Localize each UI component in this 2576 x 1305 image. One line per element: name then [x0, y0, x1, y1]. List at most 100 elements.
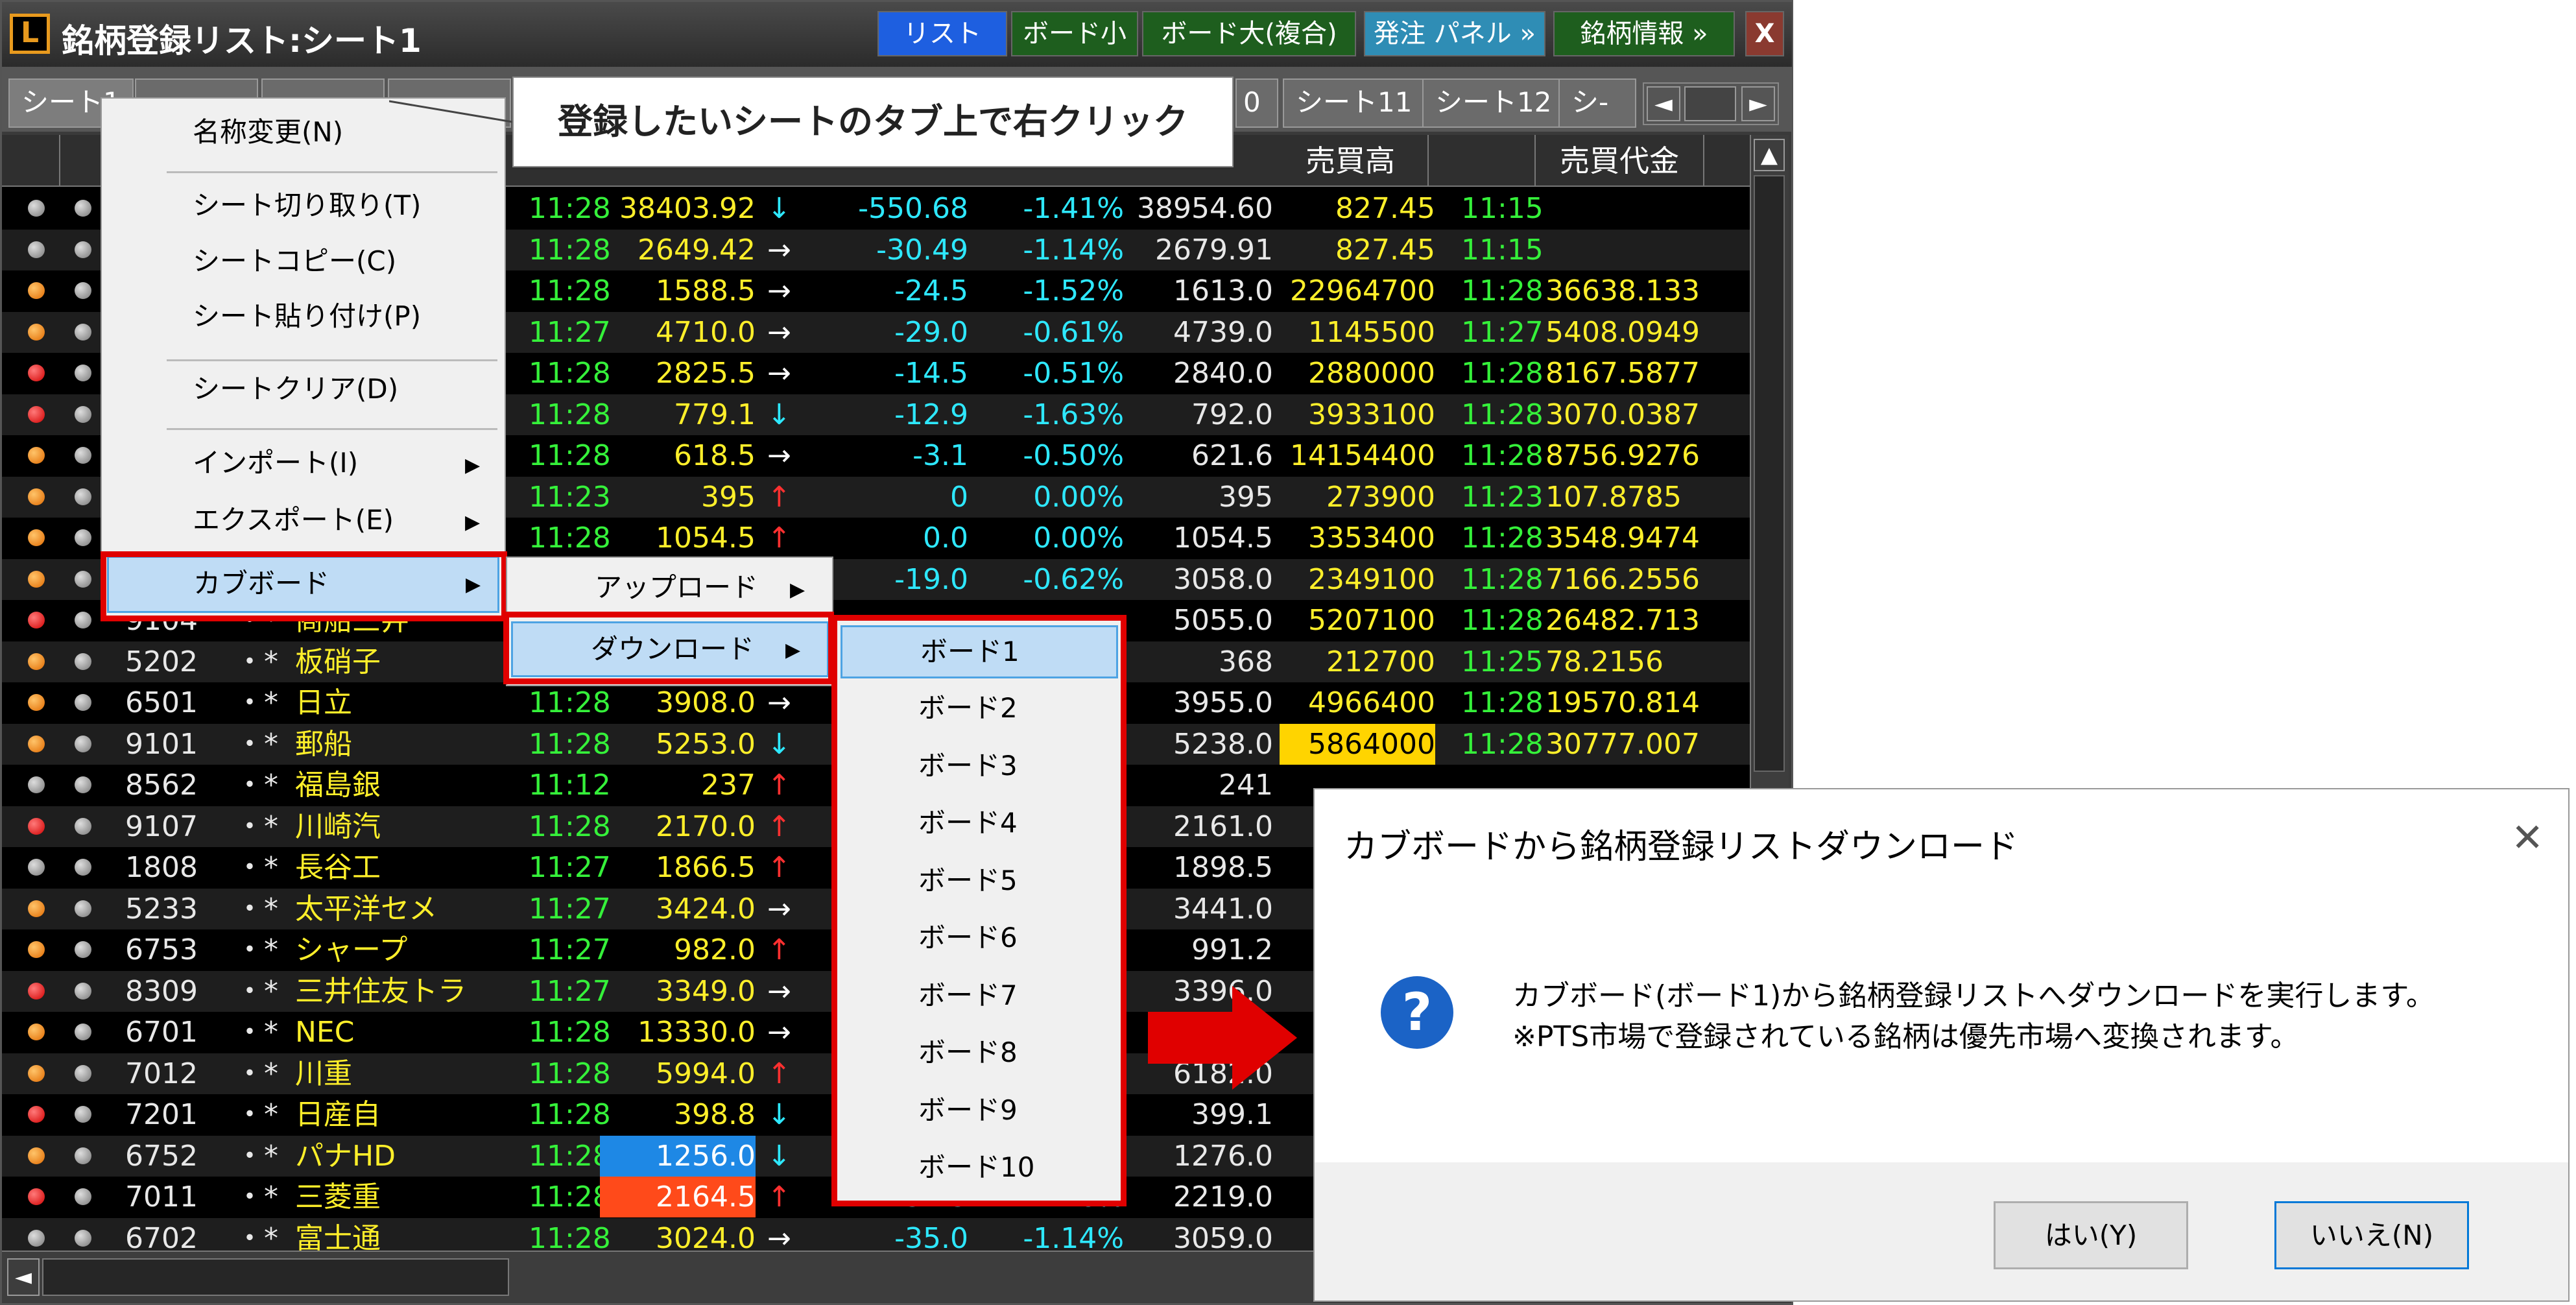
cell-amt — [1545, 188, 1701, 229]
toolbar-board-small-button[interactable]: ボード小 — [1011, 11, 1138, 56]
cell-prev: 3955.0 — [1173, 686, 1273, 719]
tab-sheet10-partial[interactable]: 0 — [1235, 78, 1278, 128]
market-dot-icon — [75, 735, 91, 752]
menu-cut-sheet[interactable]: シート切り取り(T) — [193, 180, 421, 232]
menu-paste-sheet[interactable]: シート貼り付け(P) — [193, 291, 421, 342]
cell-name: 三菱重 — [295, 1180, 381, 1214]
tab-scroll-right-button[interactable]: ► — [1741, 86, 1775, 121]
cell-code: 7012 — [125, 1057, 198, 1090]
menu-rename[interactable]: 名称変更(N) — [193, 106, 343, 158]
market-dot-icon — [75, 200, 91, 217]
cell-amt: 19570.814 — [1545, 686, 1700, 719]
window-close-button[interactable]: X — [1745, 11, 1784, 56]
cell-vol: 827.45 — [1335, 233, 1435, 267]
cell-t1: 11:28 — [529, 192, 611, 225]
dialog-message-line2: ※PTS市場で登録されている銘柄は優先市場へ変換されます。 — [1512, 1020, 2299, 1053]
tab-scroll-left-button[interactable]: ◄ — [1647, 86, 1680, 121]
cell-prev: 368 — [1219, 645, 1273, 678]
scroll-left-button[interactable]: ◄ — [7, 1258, 40, 1296]
title-bar: L 銘柄登録リスト:シート1 リスト ボード小 ボード大(複合) 発注 パネル … — [2, 2, 1792, 67]
market-dot-icon — [75, 323, 91, 341]
cell-t1: 11:27 — [529, 933, 611, 966]
cell-vol: 4966400 — [1308, 686, 1435, 719]
cell-pct: -1.14% — [1023, 233, 1124, 267]
cell-prev: 2840.0 — [1173, 357, 1273, 390]
market-dot-icon — [75, 900, 91, 917]
cell-t1: 11:28 — [529, 1057, 611, 1090]
cell-code: 6501 — [125, 686, 198, 719]
menu-separator — [167, 359, 497, 361]
cell-vol: 2880000 — [1308, 357, 1435, 390]
dialog-close-icon[interactable]: ✕ — [2511, 815, 2544, 861]
tab-sheet13-partial[interactable]: シ- — [1558, 78, 1636, 128]
cell-t2: 11:28 — [1461, 439, 1544, 472]
market-dot-icon — [75, 570, 91, 588]
menu-upload[interactable]: アップロード — [595, 562, 758, 614]
status-dot-icon — [28, 694, 45, 711]
cell-amt: 7166.2556 — [1545, 562, 1700, 596]
dialog-yes-button[interactable]: はい(Y) — [1994, 1201, 2188, 1269]
cell-price: 2825.5 — [656, 357, 756, 390]
cell-prev: 2219.0 — [1173, 1180, 1273, 1214]
toolbar-list-button[interactable]: リスト — [877, 11, 1007, 56]
tab-sheet11[interactable]: シート11 — [1283, 78, 1425, 128]
status-dot-icon — [28, 776, 45, 793]
market-dot-icon — [75, 776, 91, 793]
download-confirm-dialog: カブボードから銘柄登録リストダウンロード ✕ ? カブボード(ボード1)から銘柄… — [1313, 788, 2570, 1302]
menu-export[interactable]: エクスポート(E) — [193, 494, 394, 546]
cell-arrow: ↓ — [767, 727, 791, 761]
cell-pct: 0.00% — [1033, 480, 1124, 514]
toolbar-order-panel-button[interactable]: 発注 パネル » — [1364, 11, 1545, 56]
menu-import[interactable]: インポート(I) — [193, 437, 358, 489]
cell-arrow: → — [767, 357, 791, 390]
cell-price: 982.0 — [674, 933, 756, 966]
status-dot-icon — [28, 1229, 45, 1247]
cell-t2: 11:28 — [1461, 521, 1544, 555]
cell-t2: 11:23 — [1461, 480, 1544, 514]
tab-scroll-thumb[interactable] — [1684, 86, 1736, 121]
cell-arrow: → — [767, 974, 791, 1008]
cell-arrow: → — [767, 315, 791, 349]
cell-price: 395 — [701, 480, 756, 514]
scroll-up-button[interactable]: ▲ — [1754, 139, 1785, 171]
cell-arrow: ↑ — [767, 1057, 791, 1090]
market-dot-icon — [75, 1229, 91, 1247]
cell-t2: 11:15 — [1461, 192, 1544, 225]
menu-copy-sheet[interactable]: シートコピー(C) — [193, 235, 396, 287]
menu-clear-sheet[interactable]: シートクリア(D) — [193, 363, 398, 415]
context-menu: 名称変更(N) シート切り取り(T) シートコピー(C) シート貼り付け(P) … — [101, 97, 506, 620]
tab-sheet12[interactable]: シート12 — [1422, 78, 1565, 128]
market-dot-icon — [75, 941, 91, 958]
cell-price: 5994.0 — [656, 1057, 756, 1090]
cell-t2: 11:28 — [1461, 686, 1544, 719]
cell-mark: ・* — [235, 645, 278, 678]
status-dot-icon — [28, 570, 45, 588]
status-dot-icon — [28, 652, 45, 670]
cell-amt: 78.2156 — [1545, 645, 1664, 678]
toolbar-stock-info-button[interactable]: 銘柄情報 » — [1553, 11, 1735, 56]
dialog-no-button[interactable]: いいえ(N) — [2274, 1201, 2469, 1269]
header-trade-value[interactable]: 売買代金 — [1536, 135, 1704, 187]
status-dot-icon — [28, 1106, 45, 1123]
cell-mark: ・* — [235, 727, 278, 761]
header-time[interactable] — [1429, 135, 1536, 187]
toolbar-board-large-button[interactable]: ボード大(複合) — [1142, 11, 1356, 56]
cell-code: 6702 — [125, 1221, 198, 1252]
cell-prev: 621.6 — [1191, 439, 1273, 472]
cell-arrow: ↑ — [767, 521, 791, 555]
cell-pct: 0.00% — [1033, 521, 1124, 555]
market-dot-icon — [75, 982, 91, 1000]
header-volume[interactable]: 売買高 — [1273, 135, 1429, 187]
status-dot-icon — [28, 529, 45, 546]
cell-t2: 11:28 — [1461, 398, 1544, 431]
cell-amt: 5408.0949 — [1545, 315, 1700, 349]
header-cell[interactable] — [60, 135, 106, 187]
cell-price: 618.5 — [674, 439, 756, 472]
cell-name: パナHD — [295, 1139, 396, 1173]
cell-mark: ・* — [235, 686, 278, 719]
header-cell[interactable] — [2, 135, 60, 187]
hscroll-thumb[interactable] — [42, 1258, 509, 1296]
scroll-thumb[interactable] — [1754, 175, 1785, 772]
cell-vol: 827.45 — [1335, 192, 1435, 225]
menu-separator — [167, 428, 497, 430]
